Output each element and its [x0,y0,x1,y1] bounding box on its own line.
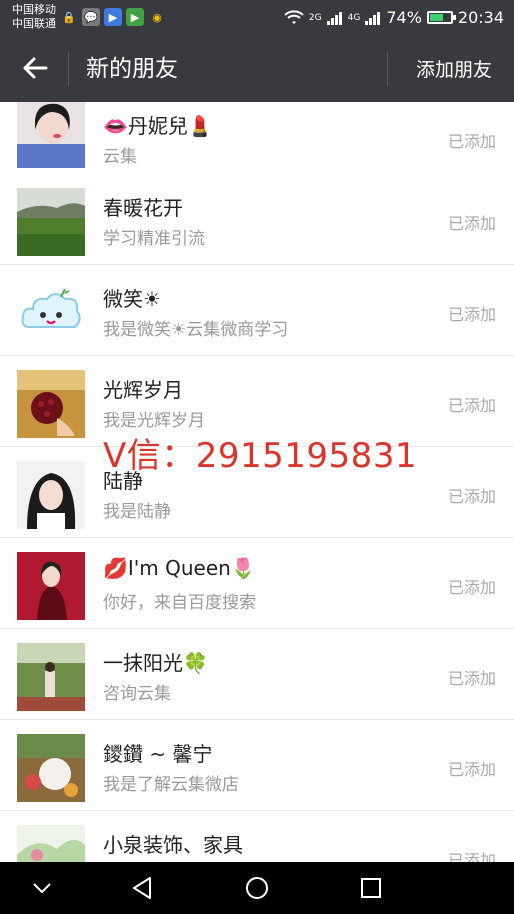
avatar [17,825,85,862]
added-status: 已添加 [447,669,496,688]
contact-message: 你好，来自百度搜索 [103,593,256,613]
wechat-icon: 💬 [82,8,100,26]
carrier-2: 中国联通 [12,17,56,30]
add-friend-button[interactable]: 添加朋友 [416,56,492,84]
lock-icon: 🔒 [62,10,76,24]
page-title: 新的朋友 [86,56,178,82]
contact-message: 我是微笑☀云集微商学习 [103,320,289,340]
contact-name: 💋I'm Queen🌷 [103,556,256,580]
home-circle-icon [246,877,268,899]
back-triangle-icon [133,877,151,899]
watermark-text: V信：2915195831 [103,436,418,476]
status-bar: 中国移动 中国联通 🔒 💬 ▶ ▶ ◉ 2G 4G 74% 20:34 [0,0,514,36]
added-status: 已添加 [447,851,496,862]
play-icon: ▶ [126,8,144,26]
eye-icon: ◉ [152,10,162,24]
signal-icon [326,11,342,25]
added-status: 已添加 [447,214,496,233]
added-status: 已添加 [447,396,496,415]
contact-message: 我是了解云集微店 [103,775,239,795]
list-item[interactable]: 💋I'm Queen🌷 你好，来自百度搜索 已添加 [0,538,514,629]
avatar [17,643,85,711]
contact-message: 学习精准引流 [103,229,205,249]
status-right: 2G 4G 74% 20:34 [284,8,504,27]
list-item[interactable]: 春暖花开 学习精准引流 已添加 [0,174,514,265]
wifi-icon [284,9,304,24]
contact-name: 春暖花开 [103,196,183,220]
avatar [17,102,85,168]
battery-percent: 74% [386,8,422,27]
carrier-info: 中国移动 中国联通 [12,3,56,31]
new-friends-list: 👄丹妮兒💄 云集 已添加 春暖花开 学习精准引流 已添加 微笑☀ 我是微笑☀云集… [0,102,514,862]
network-1-label: 2G [308,12,322,23]
signal-icon [365,11,381,25]
avatar [17,188,85,256]
back-arrow-icon [23,57,48,79]
notification-icons: 🔒 💬 ▶ ▶ ◉ [60,8,166,26]
added-status: 已添加 [447,487,496,506]
app-icon: ▶ [104,8,122,26]
list-item[interactable]: 一抹阳光🍀 咨询云集 已添加 [0,629,514,720]
avatar [17,370,85,438]
contact-message: 我是陆静 [103,502,171,522]
avatar [17,279,85,347]
contact-name: 一抹阳光🍀 [103,651,208,675]
recents-square-icon [361,878,381,898]
navigation-bar [0,862,514,914]
list-item[interactable]: 鑁鑽 ~ 馨宁 我是了解云集微店 已添加 [0,720,514,811]
hide-nav-button[interactable] [24,870,60,906]
contact-message: 咨询云集 [103,684,171,704]
contact-name: 微笑☀ [103,287,161,311]
header-divider [387,52,388,86]
contact-name: 光辉岁月 [103,378,183,402]
header-divider [68,52,69,86]
added-status: 已添加 [447,132,496,151]
home-nav-button[interactable] [239,870,275,906]
contact-name: 鑁鑽 ~ 馨宁 [103,742,213,766]
recents-nav-button[interactable] [353,870,389,906]
avatar [17,552,85,620]
contact-message: 云集 [103,147,137,167]
added-status: 已添加 [447,578,496,597]
avatar [17,734,85,802]
clock: 20:34 [457,8,504,27]
added-status: 已添加 [447,305,496,324]
network-2-label: 4G [347,12,361,23]
carrier-1: 中国移动 [12,3,56,16]
avatar [17,461,85,529]
added-status: 已添加 [447,760,496,779]
chevron-down-icon [33,883,51,894]
contact-name: 👄丹妮兒💄 [103,114,213,138]
list-item[interactable]: 小泉装饰、家具 已添加 [0,811,514,862]
back-nav-button[interactable] [124,870,160,906]
battery-icon [426,11,456,24]
app-header: 新的朋友 添加朋友 [0,36,514,102]
contact-name: 小泉装饰、家具 [103,833,243,857]
list-item[interactable]: 👄丹妮兒💄 云集 已添加 [0,102,514,183]
list-item[interactable]: 微笑☀ 我是微笑☀云集微商学习 已添加 [0,265,514,356]
back-button[interactable] [18,51,52,85]
